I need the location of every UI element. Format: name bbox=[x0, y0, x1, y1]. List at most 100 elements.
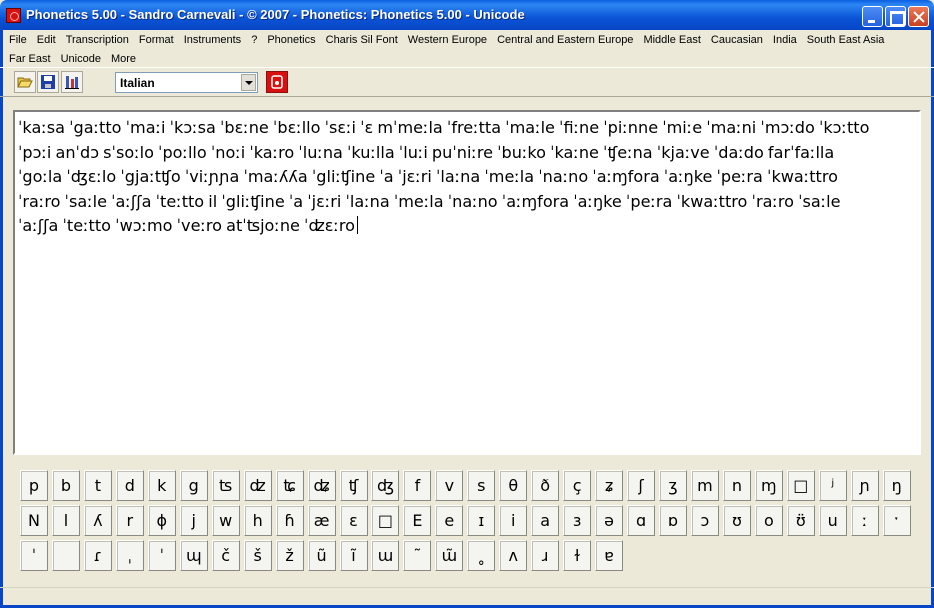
menu-item-[interactable]: ? bbox=[246, 32, 262, 48]
ipa-key[interactable]: ˜ bbox=[403, 539, 432, 571]
ipa-key[interactable]: ʨ bbox=[275, 470, 304, 501]
ipa-key[interactable]: f bbox=[403, 470, 432, 501]
minimize-button[interactable] bbox=[862, 6, 883, 27]
menu-item-unicode[interactable]: Unicode bbox=[56, 51, 106, 67]
ipa-key[interactable]: ɰ bbox=[179, 539, 208, 571]
ipa-key[interactable]: k bbox=[147, 470, 176, 501]
ipa-key[interactable]: ʊ bbox=[722, 504, 751, 536]
close-button[interactable] bbox=[908, 6, 929, 27]
ipa-key[interactable]: ʑ bbox=[595, 470, 624, 501]
ipa-key[interactable]: w bbox=[211, 504, 240, 536]
ipa-key[interactable]: ː bbox=[850, 504, 879, 536]
ipa-key[interactable]: s bbox=[467, 470, 496, 501]
ipa-key[interactable]: ˈ bbox=[147, 539, 176, 571]
menu-item-transcription[interactable]: Transcription bbox=[61, 32, 134, 48]
menu-item-middle-east[interactable]: Middle East bbox=[638, 32, 705, 48]
ipa-key[interactable]: v bbox=[435, 470, 464, 501]
ipa-key[interactable]: ʌ bbox=[499, 539, 528, 571]
ipa-key[interactable]: ʥ bbox=[307, 470, 336, 501]
menu-item-south-east-asia[interactable]: South East Asia bbox=[802, 32, 890, 48]
ipa-key[interactable]: ŋ bbox=[882, 470, 911, 501]
ipa-key[interactable]: d bbox=[115, 470, 144, 501]
ipa-key[interactable]: a bbox=[531, 504, 560, 536]
ipa-key[interactable]: ɔ bbox=[690, 504, 719, 536]
maximize-button[interactable] bbox=[885, 6, 906, 27]
ipa-key[interactable] bbox=[51, 539, 80, 571]
save-disk-icon[interactable] bbox=[37, 71, 59, 93]
menu-item-far-east[interactable]: Far East bbox=[4, 51, 56, 67]
ipa-key[interactable]: ʦ bbox=[211, 470, 240, 501]
menu-item-more[interactable]: More bbox=[106, 51, 141, 67]
language-select[interactable]: Italian bbox=[115, 72, 258, 93]
ipa-key[interactable]: ɐ bbox=[595, 539, 624, 571]
ipa-key[interactable]: ʤ bbox=[371, 470, 400, 501]
ipa-key[interactable]: u bbox=[818, 504, 847, 536]
ipa-key[interactable]: ə bbox=[595, 504, 624, 536]
ipa-key[interactable]: ɾ bbox=[83, 539, 112, 571]
ipa-key[interactable]: ɒ bbox=[659, 504, 687, 536]
ipa-key[interactable]: b bbox=[51, 470, 80, 501]
menu-item-central-and-eastern-europe[interactable]: Central and Eastern Europe bbox=[492, 32, 638, 48]
dictionary-book-icon[interactable] bbox=[266, 71, 288, 93]
ipa-key[interactable]: p bbox=[20, 470, 48, 501]
ipa-key[interactable]: r bbox=[115, 504, 144, 536]
ipa-key[interactable]: ɪ bbox=[467, 504, 496, 536]
open-folder-icon[interactable] bbox=[14, 71, 36, 93]
ipa-key[interactable]: m bbox=[690, 470, 719, 501]
transcription-text[interactable]: ˈkaːsa ˈgaːtto ˈmaːi ˈkɔːsa ˈbɛːne ˈbɛːl… bbox=[18, 116, 916, 239]
menu-item-india[interactable]: India bbox=[768, 32, 802, 48]
ipa-key[interactable]: ɛ bbox=[339, 504, 368, 536]
ipa-key[interactable]: ʧ bbox=[339, 470, 368, 501]
instruments-icon[interactable] bbox=[61, 71, 83, 93]
ipa-key[interactable]: ʒ bbox=[659, 470, 687, 501]
menu-item-instruments[interactable]: Instruments bbox=[179, 32, 246, 48]
ipa-key[interactable]: ʎ bbox=[83, 504, 112, 536]
ipa-key[interactable]: ˳ bbox=[467, 539, 496, 571]
ipa-key[interactable]: ʊ̈ bbox=[786, 504, 815, 536]
menu-item-file[interactable]: File bbox=[4, 32, 32, 48]
transcription-editor[interactable]: ˈkaːsa ˈgaːtto ˈmaːi ˈkɔːsa ˈbɛːne ˈbɛːl… bbox=[13, 110, 921, 455]
menu-item-format[interactable]: Format bbox=[134, 32, 179, 48]
ipa-key[interactable]: g bbox=[179, 470, 208, 501]
ipa-key[interactable]: ɯ bbox=[371, 539, 400, 571]
ipa-key[interactable]: j bbox=[179, 504, 208, 536]
menu-item-western-europe[interactable]: Western Europe bbox=[403, 32, 492, 48]
ipa-key[interactable]: š bbox=[243, 539, 272, 571]
ipa-key[interactable]: ˈ bbox=[20, 539, 48, 571]
ipa-key[interactable]: t bbox=[83, 470, 112, 501]
app-icon[interactable] bbox=[6, 8, 21, 23]
ipa-key[interactable]: ĩ bbox=[339, 539, 368, 571]
ipa-key[interactable]: ˌ bbox=[115, 539, 144, 571]
ipa-key[interactable]: č bbox=[211, 539, 240, 571]
ipa-key[interactable]: ũ bbox=[307, 539, 336, 571]
ipa-key[interactable]: i bbox=[499, 504, 528, 536]
ipa-key[interactable]: □ bbox=[371, 504, 400, 536]
menu-item-edit[interactable]: Edit bbox=[32, 32, 61, 48]
ipa-key[interactable]: ˑ bbox=[882, 504, 911, 536]
ipa-key[interactable]: ž bbox=[275, 539, 304, 571]
ipa-key[interactable]: ɱ bbox=[754, 470, 783, 501]
ipa-key[interactable]: N bbox=[20, 504, 48, 536]
menu-item-phonetics[interactable]: Phonetics bbox=[262, 32, 320, 48]
menu-item-charis-sil-font[interactable]: Charis Sil Font bbox=[321, 32, 403, 48]
ipa-key[interactable]: ɜ bbox=[563, 504, 592, 536]
ipa-key[interactable]: ʣ bbox=[243, 470, 272, 501]
ipa-key[interactable]: ç bbox=[563, 470, 592, 501]
ipa-key[interactable]: ɹ bbox=[531, 539, 560, 571]
ipa-key[interactable]: ɲ bbox=[850, 470, 879, 501]
ipa-key[interactable]: n bbox=[722, 470, 751, 501]
ipa-key[interactable]: e bbox=[435, 504, 464, 536]
ipa-key[interactable]: ð bbox=[531, 470, 560, 501]
ipa-key[interactable]: □ bbox=[786, 470, 815, 501]
ipa-key[interactable]: ɸ bbox=[147, 504, 176, 536]
ipa-key[interactable]: ʲ bbox=[818, 470, 847, 501]
ipa-key[interactable]: o bbox=[754, 504, 783, 536]
ipa-key[interactable]: ɯ̃ bbox=[435, 539, 464, 571]
ipa-key[interactable]: ɫ bbox=[563, 539, 592, 571]
menu-item-caucasian[interactable]: Caucasian bbox=[706, 32, 768, 48]
ipa-key[interactable]: ɦ bbox=[275, 504, 304, 536]
ipa-key[interactable]: l bbox=[51, 504, 80, 536]
ipa-key[interactable]: θ bbox=[499, 470, 528, 501]
ipa-key[interactable]: h bbox=[243, 504, 272, 536]
chevron-down-icon[interactable] bbox=[241, 74, 256, 91]
